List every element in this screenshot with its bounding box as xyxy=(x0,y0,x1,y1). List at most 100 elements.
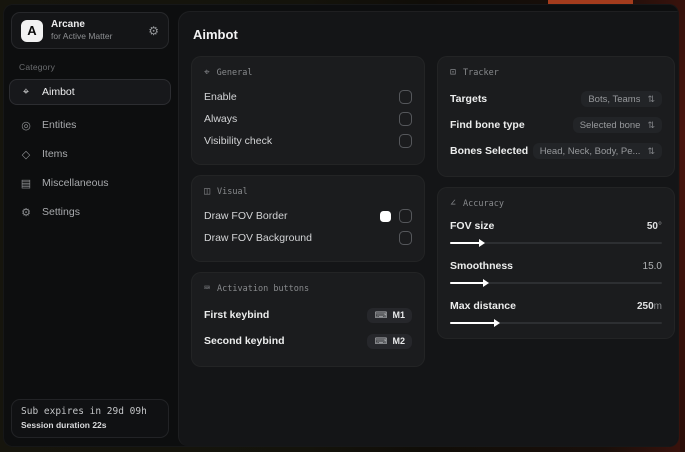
layout-icon: ▤ xyxy=(20,177,32,190)
slider-thumb[interactable] xyxy=(493,319,500,327)
setting-row-bones-selected: Bones Selected Head, Neck, Body, Pe... ⇅ xyxy=(450,138,662,164)
keyboard-icon: ⌨ xyxy=(374,309,388,320)
right-column: ⊡ Tracker Targets Bots, Teams ⇅ Find bon… xyxy=(437,56,675,349)
app-title: Arcane xyxy=(51,18,85,30)
sidebar-item-label: Miscellaneous xyxy=(42,177,109,189)
slider-value: 250m xyxy=(637,301,662,312)
tracker-card: ⊡ Tracker Targets Bots, Teams ⇅ Find bon… xyxy=(437,56,675,177)
crosshair-icon: ⌖ xyxy=(204,67,210,78)
slider-value: 15.0 xyxy=(643,261,662,272)
color-swatch[interactable] xyxy=(380,210,391,222)
enable-checkbox[interactable] xyxy=(399,90,412,104)
keybind-value: M1 xyxy=(392,310,405,320)
accuracy-card: ∠ Accuracy FOV size 50° Smoothness 15.0 … xyxy=(437,187,675,339)
smoothness-slider[interactable] xyxy=(450,279,662,287)
session-duration-text: Session duration 22s xyxy=(21,420,107,430)
image-icon: ◫ xyxy=(204,186,211,197)
find-bone-type-dropdown[interactable]: Selected bone ⇅ xyxy=(572,117,662,133)
setting-row-always: Always xyxy=(204,108,412,130)
card-title: Visual xyxy=(217,186,248,197)
setting-label: Find bone type xyxy=(450,119,525,131)
setting-row-visibility-check: Visibility check xyxy=(204,130,412,152)
main-panel: Aimbot ⌖ General Enable Always Visibilit… xyxy=(178,11,678,446)
gear-icon[interactable]: ⚙ xyxy=(148,24,159,38)
slider-thumb[interactable] xyxy=(478,239,485,247)
game-background-edge xyxy=(680,0,685,452)
dropdown-value: Selected bone xyxy=(579,119,641,131)
value-unit: m xyxy=(653,300,662,312)
setting-row-enable: Enable xyxy=(204,86,412,108)
card-title: Activation buttons xyxy=(217,283,310,294)
app-window: A Arcane for Active Matter ⚙ Category ⌖ … xyxy=(3,4,679,447)
setting-row-second-keybind: Second keybind ⌨ M2 xyxy=(204,328,412,354)
general-card-header: ⌖ General xyxy=(204,67,412,78)
setting-label: FOV size xyxy=(450,220,495,232)
slider-value: 50° xyxy=(647,221,662,232)
slider-head: Max distance 250m xyxy=(450,297,662,315)
sidebar-item-settings[interactable]: ⚙ Settings xyxy=(9,199,171,225)
value-number: 15.0 xyxy=(642,260,662,272)
always-checkbox[interactable] xyxy=(399,112,412,126)
select-arrows-icon: ⇅ xyxy=(647,119,655,130)
keyboard-icon: ⌨ xyxy=(204,283,211,294)
second-keybind-button[interactable]: ⌨ M2 xyxy=(367,333,412,349)
select-arrows-icon: ⇅ xyxy=(647,93,655,104)
cube-icon: ◇ xyxy=(21,148,31,161)
max-distance-slider-block: Max distance 250m xyxy=(450,297,662,327)
crosshair-icon: ⌖ xyxy=(22,85,30,98)
smoothness-slider-block: Smoothness 15.0 xyxy=(450,257,662,287)
card-title: General xyxy=(216,67,253,78)
accuracy-card-header: ∠ Accuracy xyxy=(450,198,662,209)
draw-fov-border-checkbox[interactable] xyxy=(399,209,412,223)
visibility-check-checkbox[interactable] xyxy=(399,134,412,148)
bones-selected-dropdown[interactable]: Head, Neck, Body, Pe... ⇅ xyxy=(532,143,662,159)
sidebar-item-aimbot[interactable]: ⌖ Aimbot xyxy=(9,79,171,105)
app-subtitle: for Active Matter xyxy=(51,31,113,42)
fov-size-slider[interactable] xyxy=(450,239,662,247)
setting-row-find-bone-type: Find bone type Selected bone ⇅ xyxy=(450,112,662,138)
row-controls xyxy=(380,209,412,223)
sidebar-item-items[interactable]: ◇ Items xyxy=(9,141,171,167)
setting-label: Bones Selected xyxy=(450,145,529,157)
sidebar-item-label: Settings xyxy=(42,206,80,218)
general-card: ⌖ General Enable Always Visibility check xyxy=(191,56,425,165)
page-title: Aimbot xyxy=(193,27,238,42)
keybind-value: M2 xyxy=(392,336,405,346)
sidebar-header: A Arcane for Active Matter ⚙ xyxy=(11,12,169,49)
keyboard-icon: ⌨ xyxy=(374,335,388,346)
setting-label: Smoothness xyxy=(450,260,514,272)
tracker-card-header: ⊡ Tracker xyxy=(450,67,662,78)
subscription-info: Sub expires in 29d 09h Session duration … xyxy=(11,399,169,438)
draw-fov-background-checkbox[interactable] xyxy=(399,231,412,245)
setting-label: First keybind xyxy=(204,309,270,321)
value-number: 50 xyxy=(646,220,658,232)
setting-label: Targets xyxy=(450,93,488,105)
value-unit: ° xyxy=(658,220,662,232)
dropdown-value: Head, Neck, Body, Pe... xyxy=(539,145,641,157)
targets-dropdown[interactable]: Bots, Teams ⇅ xyxy=(581,91,662,107)
setting-label: Max distance xyxy=(450,300,516,312)
max-distance-slider[interactable] xyxy=(450,319,662,327)
setting-label: Enable xyxy=(204,91,237,103)
setting-row-draw-fov-background: Draw FOV Background xyxy=(204,227,412,249)
value-number: 250 xyxy=(636,300,654,312)
slider-head: FOV size 50° xyxy=(450,217,662,235)
slider-thumb[interactable] xyxy=(482,279,489,287)
sidebar-item-entities[interactable]: ◎ Entities xyxy=(9,112,171,138)
setting-row-targets: Targets Bots, Teams ⇅ xyxy=(450,86,662,112)
activation-card-header: ⌨ Activation buttons xyxy=(204,283,412,294)
sidebar-nav: ⌖ Aimbot ◎ Entities ◇ Items ▤ Miscellane… xyxy=(9,79,171,225)
setting-row-draw-fov-border: Draw FOV Border xyxy=(204,205,412,227)
sidebar-item-miscellaneous[interactable]: ▤ Miscellaneous xyxy=(9,170,171,196)
entities-icon: ◎ xyxy=(21,119,31,132)
slider-fill xyxy=(450,319,500,327)
setting-label: Visibility check xyxy=(204,135,273,147)
sidebar-item-label: Entities xyxy=(42,119,77,131)
setting-label: Draw FOV Border xyxy=(204,210,288,222)
first-keybind-button[interactable]: ⌨ M1 xyxy=(367,307,412,323)
slider-head: Smoothness 15.0 xyxy=(450,257,662,275)
card-title: Tracker xyxy=(463,67,499,78)
gear-icon: ⚙ xyxy=(21,206,31,219)
app-logo: A xyxy=(21,19,43,42)
target-box-icon: ⊡ xyxy=(450,67,457,78)
